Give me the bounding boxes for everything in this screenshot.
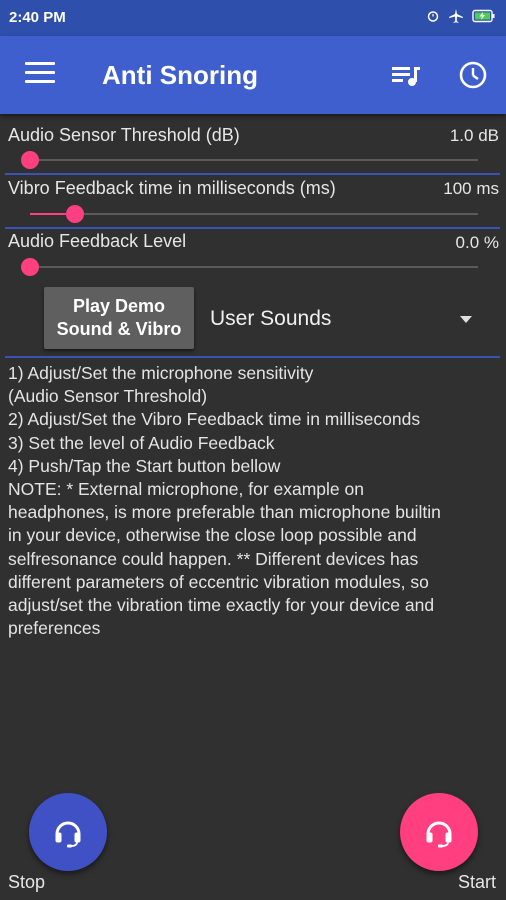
playlist-icon[interactable] [390,62,422,90]
vibro-time-value: 100 ms [443,179,499,198]
headset-icon [426,821,452,848]
divider [5,356,500,358]
play-demo-line2: Sound & Vibro [56,319,182,339]
audio-feedback-value: 0.0 % [455,233,499,252]
status-icons [426,8,496,24]
audio-threshold-label: Audio Sensor Threshold (dB) [8,125,240,145]
app-bar: Anti Snoring [0,36,506,114]
audio-threshold-slider-track[interactable] [30,159,478,161]
instruction-line: adjust/set the vibration time exactly fo… [8,595,435,616]
instruction-line: NOTE: * External microphone, for example… [8,479,364,500]
sound-select[interactable]: User Sounds [210,300,486,340]
play-demo-button[interactable]: Play Demo Sound & Vibro [44,287,194,349]
instruction-line: in your device, otherwise the close loop… [8,525,417,546]
dropdown-caret-icon [460,316,472,323]
divider [5,227,500,229]
vibro-time-slider-track[interactable] [30,213,478,215]
status-bar: 2:40 PM [0,0,506,36]
battery-charging-icon [472,9,495,23]
sound-select-value: User Sounds [210,307,332,330]
stop-button[interactable] [29,793,107,871]
instruction-line: different parameters of eccentric vibrat… [8,571,429,592]
instruction-line: headphones, is more preferable than micr… [8,502,441,523]
play-demo-line1: Play Demo [72,296,166,316]
instruction-line: 1) Adjust/Set the microphone sensitivity [8,363,314,383]
airplane-mode-icon [449,9,463,23]
app-title: Anti Snoring [102,60,258,90]
start-label: Start [458,872,497,892]
headset-icon [55,821,81,848]
instruction-line: 3) Set the level of Audio Feedback [8,432,275,453]
divider [5,173,500,175]
instruction-line: selfresonance could happen. ** Different… [8,548,419,569]
audio-feedback-label: Audio Feedback Level [8,231,187,251]
menu-icon[interactable] [25,62,55,86]
audio-feedback-slider-thumb[interactable] [21,258,39,276]
instruction-line: 4) Push/Tap the Start button bellow [8,455,281,476]
status-time: 2:40 PM [9,9,66,26]
start-button[interactable] [400,793,478,871]
vibro-time-label: Vibro Feedback time in milliseconds (ms) [8,178,336,198]
audio-threshold-slider-thumb[interactable] [21,151,39,169]
audio-feedback-slider-track[interactable] [30,266,478,268]
vibro-time-slider-thumb[interactable] [66,205,84,223]
instructions-text: 1) Adjust/Set the microphone sensitivity… [8,362,500,640]
audio-threshold-value: 1.0 dB [449,126,499,145]
stop-label: Stop [8,872,46,892]
instruction-line: preferences [8,618,101,639]
instruction-line: (Audio Sensor Threshold) [8,386,208,407]
alarm-status-icon [427,11,439,22]
instruction-line: 2) Adjust/Set the Vibro Feedback time in… [8,409,421,430]
clock-icon[interactable] [458,60,488,90]
